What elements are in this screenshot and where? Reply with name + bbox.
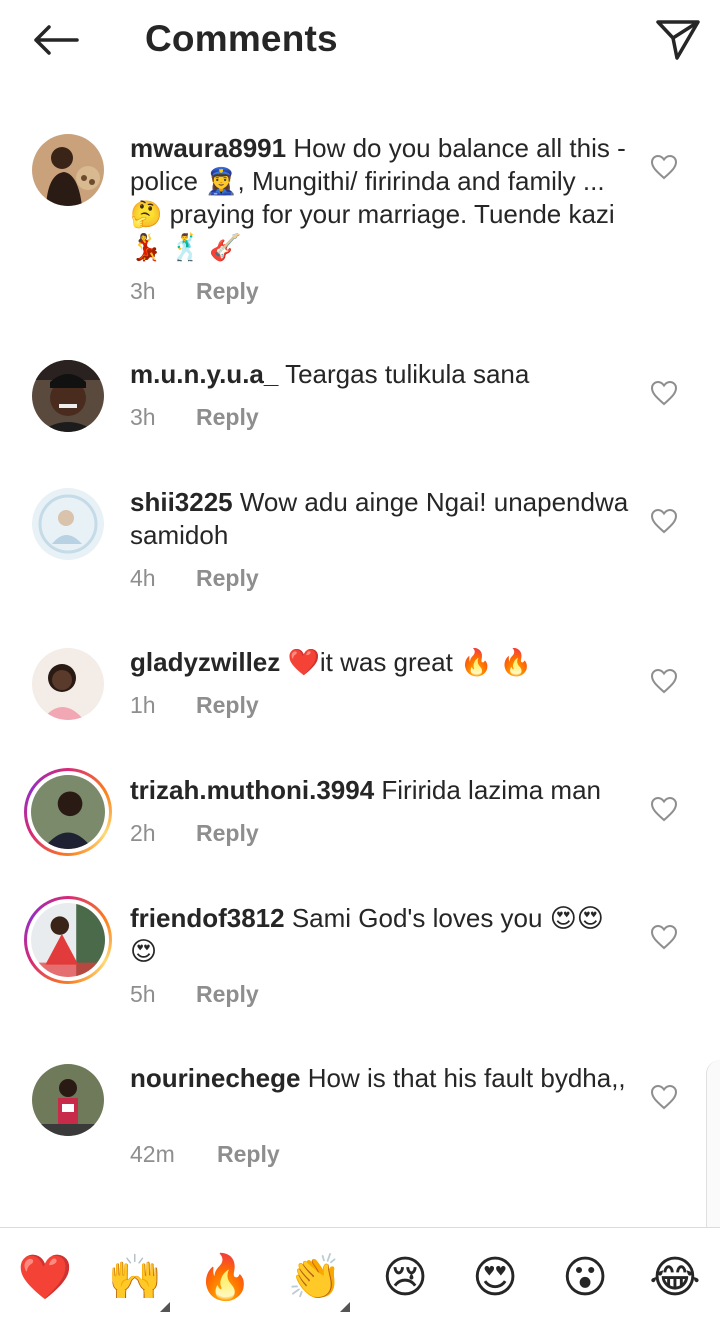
- emoji-fire-button[interactable]: 🔥: [197, 1250, 253, 1306]
- comment-meta: 1h Reply: [130, 692, 259, 719]
- emoji-heart-eyes-button[interactable]: 😍: [467, 1250, 523, 1306]
- comment-body: mwaura8991 How do you balance all this -…: [130, 132, 630, 264]
- heart-icon[interactable]: [650, 508, 678, 534]
- comment-meta: 4h Reply: [130, 565, 259, 592]
- comment-time: 5h: [130, 981, 156, 1007]
- avatar[interactable]: [32, 134, 104, 206]
- comment-meta: 5h Reply: [130, 981, 259, 1008]
- heart-icon[interactable]: [650, 154, 678, 180]
- comment-meta: 42m Reply: [130, 1141, 280, 1168]
- comment-body: shii3225 Wow adu ainge Ngai! unapendwa s…: [130, 486, 630, 552]
- comments-list[interactable]: mwaura8991 How do you balance all this -…: [0, 82, 720, 1227]
- avatar[interactable]: [32, 488, 104, 560]
- arrow-left-icon: [34, 25, 79, 55]
- avatar[interactable]: [32, 648, 104, 720]
- comment-text: How is that his fault bydha,,: [300, 1063, 626, 1093]
- heart-icon[interactable]: [650, 668, 678, 694]
- reply-button[interactable]: Reply: [217, 1141, 280, 1168]
- heart-icon[interactable]: [650, 796, 678, 822]
- comment-username[interactable]: mwaura8991: [130, 133, 286, 163]
- skin-tone-indicator-icon: [340, 1302, 350, 1312]
- comment-body: nourinechege How is that his fault bydha…: [130, 1062, 630, 1095]
- reply-button[interactable]: Reply: [196, 278, 259, 305]
- heart-icon[interactable]: [650, 924, 678, 950]
- reply-button[interactable]: Reply: [196, 820, 259, 847]
- comment-body: friendof3812 Sami God's loves you 😍😍😍: [130, 902, 630, 968]
- emoji-surprised-button[interactable]: 😮: [557, 1250, 613, 1306]
- emoji-reaction-bar: ❤️ 🙌 🔥 👏 😢 😍 😮 😂: [0, 1227, 720, 1325]
- comment-body: m.u.n.y.u.a_ Teargas tulikula sana: [130, 358, 630, 391]
- header-bar: Comments: [0, 0, 720, 82]
- emoji-joy-button[interactable]: 😂: [647, 1250, 703, 1306]
- comment-text: Teargas tulikula sana: [278, 359, 530, 389]
- avatar-story-ring[interactable]: [24, 896, 112, 984]
- comment-username[interactable]: shii3225: [130, 487, 233, 517]
- paper-plane-icon: [656, 20, 700, 60]
- comment-time: 2h: [130, 820, 156, 846]
- reply-button[interactable]: Reply: [196, 404, 259, 431]
- reply-button[interactable]: Reply: [196, 981, 259, 1008]
- comment-text: Firirida lazima man: [374, 775, 601, 805]
- comment-meta: 2h Reply: [130, 820, 259, 847]
- avatar[interactable]: [32, 360, 104, 432]
- avatar[interactable]: [32, 1064, 104, 1136]
- comment-username[interactable]: friendof3812: [130, 903, 285, 933]
- comment-time: 4h: [130, 565, 156, 591]
- comment-time: 42m: [130, 1141, 175, 1167]
- avatar: [31, 903, 105, 977]
- emoji-heart-button[interactable]: ❤️: [17, 1250, 73, 1306]
- avatar-story-ring[interactable]: [24, 768, 112, 856]
- skin-tone-indicator-icon: [160, 1302, 170, 1312]
- heart-icon[interactable]: [650, 380, 678, 406]
- comment-username[interactable]: gladyzwillez: [130, 647, 280, 677]
- page-title: Comments: [145, 18, 338, 59]
- comment-username[interactable]: m.u.n.y.u.a_: [130, 359, 278, 389]
- comment-username[interactable]: nourinechege: [130, 1063, 300, 1093]
- reply-button[interactable]: Reply: [196, 692, 259, 719]
- comment-username[interactable]: trizah.muthoni.3994: [130, 775, 374, 805]
- comment-meta: 3h Reply: [130, 404, 259, 431]
- comment-text: ❤️it was great 🔥 🔥: [280, 647, 533, 677]
- comment-time: 3h: [130, 404, 156, 430]
- heart-icon[interactable]: [650, 1084, 678, 1110]
- comment-body: gladyzwillez ❤️it was great 🔥 🔥: [130, 646, 630, 679]
- emoji-raised-hands-button[interactable]: 🙌: [107, 1250, 163, 1306]
- emoji-clapping-button[interactable]: 👏: [287, 1250, 343, 1306]
- comment-meta: 3h Reply: [130, 278, 259, 305]
- comment-body: trizah.muthoni.3994 Firirida lazima man: [130, 774, 630, 807]
- comment-time: 1h: [130, 692, 156, 718]
- share-button[interactable]: [652, 16, 704, 64]
- emoji-crying-button[interactable]: 😢: [377, 1250, 433, 1306]
- reply-button[interactable]: Reply: [196, 565, 259, 592]
- avatar: [31, 775, 105, 849]
- back-button[interactable]: [26, 18, 84, 62]
- comment-time: 3h: [130, 278, 156, 304]
